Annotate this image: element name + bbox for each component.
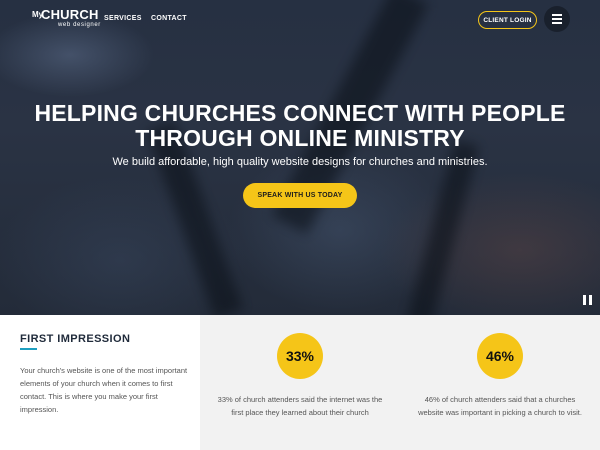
- first-impression-title: FIRST IMPRESSION: [20, 333, 131, 345]
- site-logo[interactable]: My CHURCH web designer: [32, 7, 101, 30]
- hero-section: My CHURCH web designer SERVICES CONTACT …: [0, 0, 600, 315]
- hero-title-line2: THROUGH ONLINE MINISTRY: [135, 125, 465, 151]
- logo-subtitle: web designer: [58, 22, 101, 28]
- stat-circle-33: 33%: [277, 333, 323, 379]
- stats-panel: 33% 33% of church attenders said the int…: [200, 315, 600, 450]
- nav-services-link[interactable]: SERVICES: [104, 15, 142, 22]
- hero-subtitle: We build affordable, high quality websit…: [112, 156, 488, 168]
- hero-title-line1: HELPING CHURCHES CONNECT WITH PEOPLE: [34, 100, 566, 126]
- logo-church-text: CHURCH: [41, 7, 99, 22]
- first-impression-panel: FIRST IMPRESSION Your church's website i…: [0, 315, 200, 450]
- title-underline: [20, 348, 37, 350]
- stat-text-33: 33% of church attenders said the interne…: [217, 395, 383, 417]
- stat-text-46: 46% of church attenders said that a chur…: [418, 395, 582, 417]
- hamburger-menu-icon[interactable]: [544, 6, 570, 32]
- stat-circle-46: 46%: [477, 333, 523, 379]
- hero-title: HELPING CHURCHES CONNECT WITH PEOPLE THR…: [0, 101, 600, 151]
- nav-contact-link[interactable]: CONTACT: [151, 15, 187, 22]
- pause-icon[interactable]: [583, 295, 592, 305]
- speak-with-us-button[interactable]: SPEAK WITH US TODAY: [243, 183, 357, 208]
- first-impression-body: Your church's website is one of the most…: [20, 366, 188, 414]
- client-login-button[interactable]: CLIENT LOGIN: [478, 11, 537, 29]
